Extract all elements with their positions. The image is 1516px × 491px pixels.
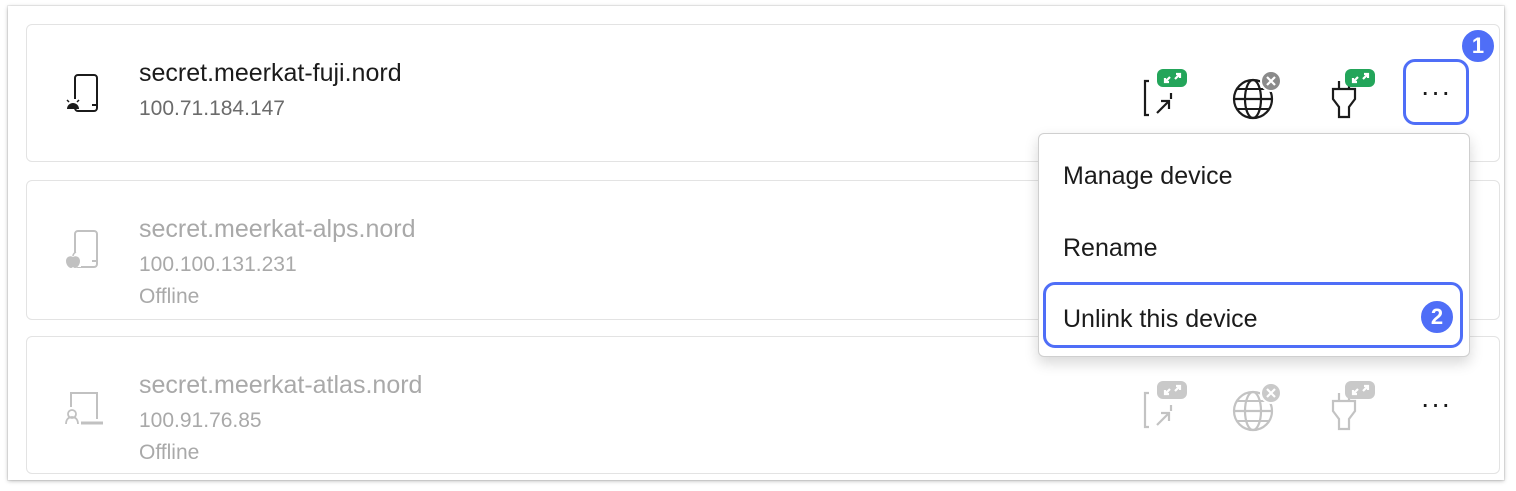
- globe-icon[interactable]: [1227, 379, 1283, 435]
- step-badge: 1: [1460, 28, 1496, 64]
- apple-phone-icon: [63, 225, 103, 275]
- device-status: Offline: [139, 441, 200, 464]
- menu-item-label: Unlink this device: [1063, 305, 1258, 333]
- globe-icon[interactable]: [1227, 67, 1283, 123]
- plug-icon[interactable]: [1321, 67, 1377, 123]
- device-name: secret.meerkat-fuji.nord: [139, 59, 402, 87]
- device-list-window: secret.meerkat-fuji.nord 100.71.184.147: [8, 6, 1504, 480]
- more-options-button[interactable]: ···: [1403, 59, 1469, 125]
- device-ip: 100.71.184.147: [139, 97, 285, 120]
- device-name: secret.meerkat-atlas.nord: [139, 371, 423, 399]
- device-name: secret.meerkat-alps.nord: [139, 215, 416, 243]
- more-options-button[interactable]: ···: [1403, 371, 1469, 437]
- plug-icon[interactable]: [1321, 379, 1377, 435]
- device-status: Offline: [139, 285, 200, 308]
- context-menu: Manage device Rename Unlink this device …: [1038, 133, 1470, 357]
- device-ip: 100.91.76.85: [139, 409, 262, 432]
- step-badge: 2: [1419, 299, 1455, 335]
- file-share-icon[interactable]: [1135, 67, 1191, 123]
- linux-laptop-icon: [63, 381, 103, 431]
- android-phone-icon: [63, 69, 103, 119]
- menu-item-rename[interactable]: Rename: [1063, 234, 1158, 263]
- menu-item-unlink-device[interactable]: Unlink this device 2: [1043, 282, 1463, 348]
- menu-item-manage-device[interactable]: Manage device: [1063, 162, 1233, 191]
- file-share-icon[interactable]: [1135, 379, 1191, 435]
- device-ip: 100.100.131.231: [139, 253, 297, 276]
